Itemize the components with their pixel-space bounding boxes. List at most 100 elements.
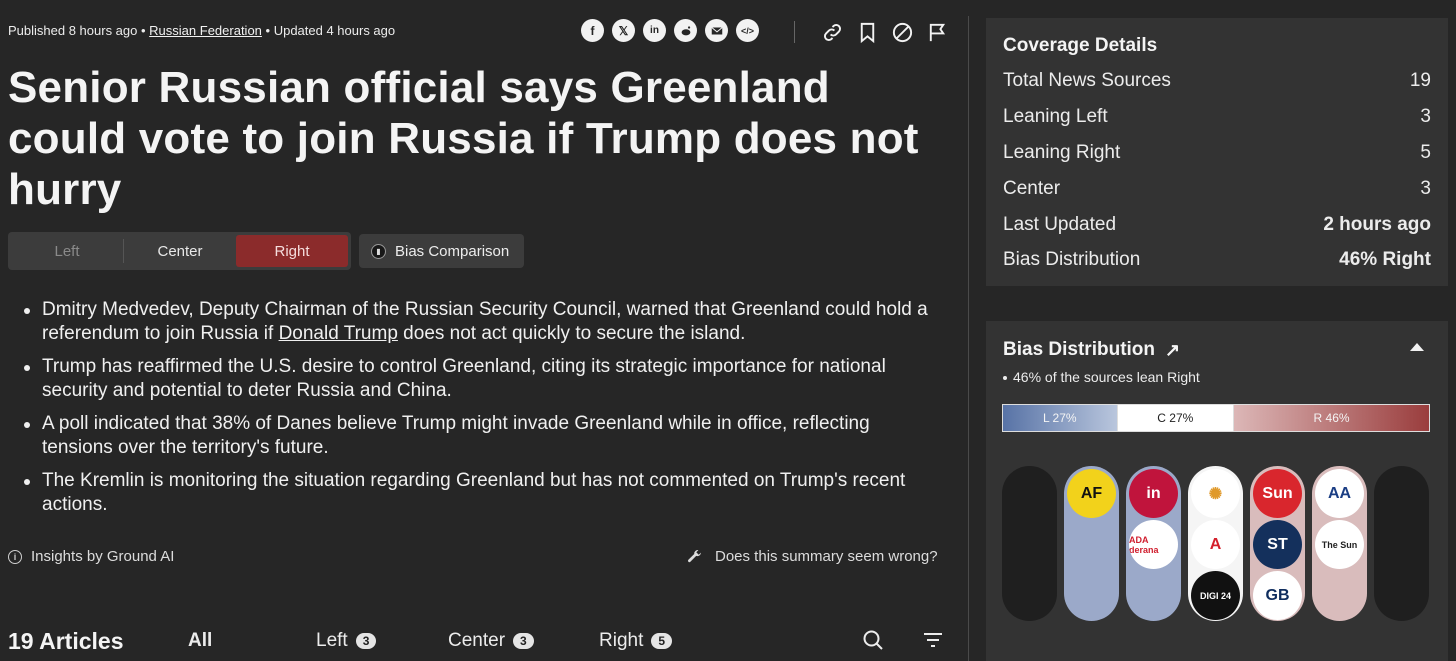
source-column-right: AA The Sun <box>1312 466 1367 621</box>
published-text: Published 8 hours ago • <box>8 23 146 38</box>
coverage-row-updated: Last Updated 2 hours ago <box>1003 214 1431 236</box>
tab-label: All <box>188 630 213 651</box>
summary-item: The Kremlin is monitoring the situation … <box>20 469 935 517</box>
bias-note: 46% of the sources lean Right <box>1003 369 1200 385</box>
donald-trump-link[interactable]: Donald Trump <box>279 323 398 344</box>
summary-list: Dmitry Medvedev, Deputy Chairman of the … <box>20 298 935 526</box>
column-divider <box>968 16 969 661</box>
source-logo[interactable]: ST <box>1253 520 1302 569</box>
source-logo[interactable]: AA <box>1315 469 1364 518</box>
source-logo[interactable]: The Sun <box>1315 520 1364 569</box>
reddit-icon[interactable] <box>674 19 697 42</box>
tab-left[interactable]: Left <box>11 235 123 267</box>
row-label: Total News Sources <box>1003 70 1171 91</box>
collapse-caret-icon[interactable] <box>1410 343 1424 351</box>
source-columns: AF in ADA derana ✺ A DIGI 24 Sun ST GB AA The Sun <box>1002 466 1432 621</box>
tab-label: Left <box>316 630 348 651</box>
share-bar: f 𝕏 in </> <box>581 19 759 42</box>
row-value: 3 <box>1420 106 1431 127</box>
bias-bar-right: R 46% <box>1233 404 1430 432</box>
coverage-row-center: Center 3 <box>1003 178 1431 200</box>
bias-distribution-title[interactable]: Bias Distribution ↗ <box>1003 339 1180 361</box>
row-value: 3 <box>1420 178 1431 199</box>
summary-text: does not act quickly to secure the islan… <box>397 323 746 344</box>
bias-bar-center: C 27% <box>1117 404 1234 432</box>
source-logo[interactable]: A <box>1191 520 1240 569</box>
source-logo[interactable]: Sun <box>1253 469 1302 518</box>
articles-tab-left[interactable]: Left 3 <box>316 630 377 652</box>
article-title: Senior Russian official says Greenland c… <box>8 63 919 214</box>
bias-comparison-button[interactable]: ▮ Bias Comparison <box>359 234 524 268</box>
row-value: 2 hours ago <box>1323 214 1431 235</box>
summary-item: A poll indicated that 38% of Danes belie… <box>20 412 935 460</box>
source-column-empty <box>1002 466 1057 621</box>
source-column-right: Sun ST GB <box>1250 466 1305 621</box>
source-logo[interactable]: DIGI 24 <box>1191 571 1240 620</box>
facebook-icon[interactable]: f <box>581 19 604 42</box>
source-logo[interactable]: ADA derana <box>1129 520 1178 569</box>
bias-title-text: Bias Distribution <box>1003 339 1156 360</box>
bias-bar: L 27% C 27% R 46% <box>1002 404 1430 432</box>
articles-header: 19 Articles All Left 3 Center 3 Right 5 <box>8 626 958 661</box>
sidebar: Coverage Details Total News Sources 19 Le… <box>986 0 1448 661</box>
bias-compare-icon: ▮ <box>371 243 386 259</box>
coverage-row-right: Leaning Right 5 <box>1003 142 1431 164</box>
count-badge: 5 <box>651 633 673 649</box>
source-logo[interactable]: ✺ <box>1191 469 1240 518</box>
report-summary-link[interactable]: Does this summary seem wrong? <box>686 548 938 565</box>
summary-item: Trump has reaffirmed the U.S. desire to … <box>20 355 935 403</box>
coverage-details-card: Coverage Details Total News Sources 19 Le… <box>986 18 1448 286</box>
bookmark-icon[interactable] <box>855 20 879 44</box>
tab-center[interactable]: Center <box>124 235 236 267</box>
location-link[interactable]: Russian Federation <box>149 23 262 38</box>
articles-tab-center[interactable]: Center 3 <box>448 630 534 652</box>
row-label: Leaning Left <box>1003 106 1108 127</box>
filter-icon[interactable] <box>921 628 945 657</box>
wrong-label: Does this summary seem wrong? <box>715 548 938 565</box>
perspective-switcher: Left Center Right <box>8 232 351 270</box>
row-label: Bias Distribution <box>1003 249 1141 270</box>
source-logo[interactable]: GB <box>1253 571 1302 620</box>
coverage-row-total: Total News Sources 19 <box>1003 70 1431 92</box>
info-icon: i <box>8 549 22 564</box>
row-label: Leaning Right <box>1003 142 1121 163</box>
block-icon[interactable] <box>890 20 914 44</box>
flag-icon[interactable] <box>925 20 949 44</box>
source-column-left: AF <box>1064 466 1119 621</box>
source-column-empty <box>1374 466 1429 621</box>
source-logo[interactable]: in <box>1129 469 1178 518</box>
wrench-icon <box>687 550 701 563</box>
article-tools <box>820 20 949 44</box>
x-icon[interactable]: 𝕏 <box>612 19 635 42</box>
articles-tab-right[interactable]: Right 5 <box>599 630 673 652</box>
insights-label: Insights by Ground AI <box>31 548 175 565</box>
source-logo[interactable]: AF <box>1067 469 1116 518</box>
search-icon[interactable] <box>861 628 885 657</box>
tab-label: Center <box>448 630 506 651</box>
row-value: 19 <box>1409 70 1431 91</box>
article-meta: Published 8 hours ago • Russian Federati… <box>8 23 395 38</box>
bias-bar-left: L 27% <box>1002 404 1118 432</box>
row-value: 5 <box>1420 142 1431 163</box>
summary-item: Dmitry Medvedev, Deputy Chairman of the … <box>20 298 935 346</box>
source-column-left: in ADA derana <box>1126 466 1181 621</box>
bias-distribution-card: Bias Distribution ↗ 46% of the sources l… <box>986 321 1448 661</box>
coverage-row-bias: Bias Distribution 46% Right <box>1003 249 1431 271</box>
row-label: Center <box>1003 178 1061 199</box>
external-arrow-icon: ↗ <box>1165 339 1181 360</box>
bias-comparison-label: Bias Comparison <box>395 242 510 260</box>
page: Published 8 hours ago • Russian Federati… <box>0 0 1456 661</box>
email-icon[interactable] <box>705 19 728 42</box>
count-badge: 3 <box>355 633 377 649</box>
row-label: Last Updated <box>1003 214 1117 235</box>
coverage-title: Coverage Details <box>1003 35 1158 56</box>
linkedin-icon[interactable]: in <box>643 19 666 42</box>
embed-icon[interactable]: </> <box>736 19 759 42</box>
articles-count: 19 Articles <box>8 628 124 654</box>
tab-right[interactable]: Right <box>236 235 348 267</box>
articles-tab-all[interactable]: All <box>188 630 212 652</box>
count-badge: 3 <box>513 633 534 649</box>
link-icon[interactable] <box>820 20 844 44</box>
updated-text: • Updated 4 hours ago <box>265 23 396 38</box>
insights-note: i Insights by Ground AI <box>8 548 174 565</box>
